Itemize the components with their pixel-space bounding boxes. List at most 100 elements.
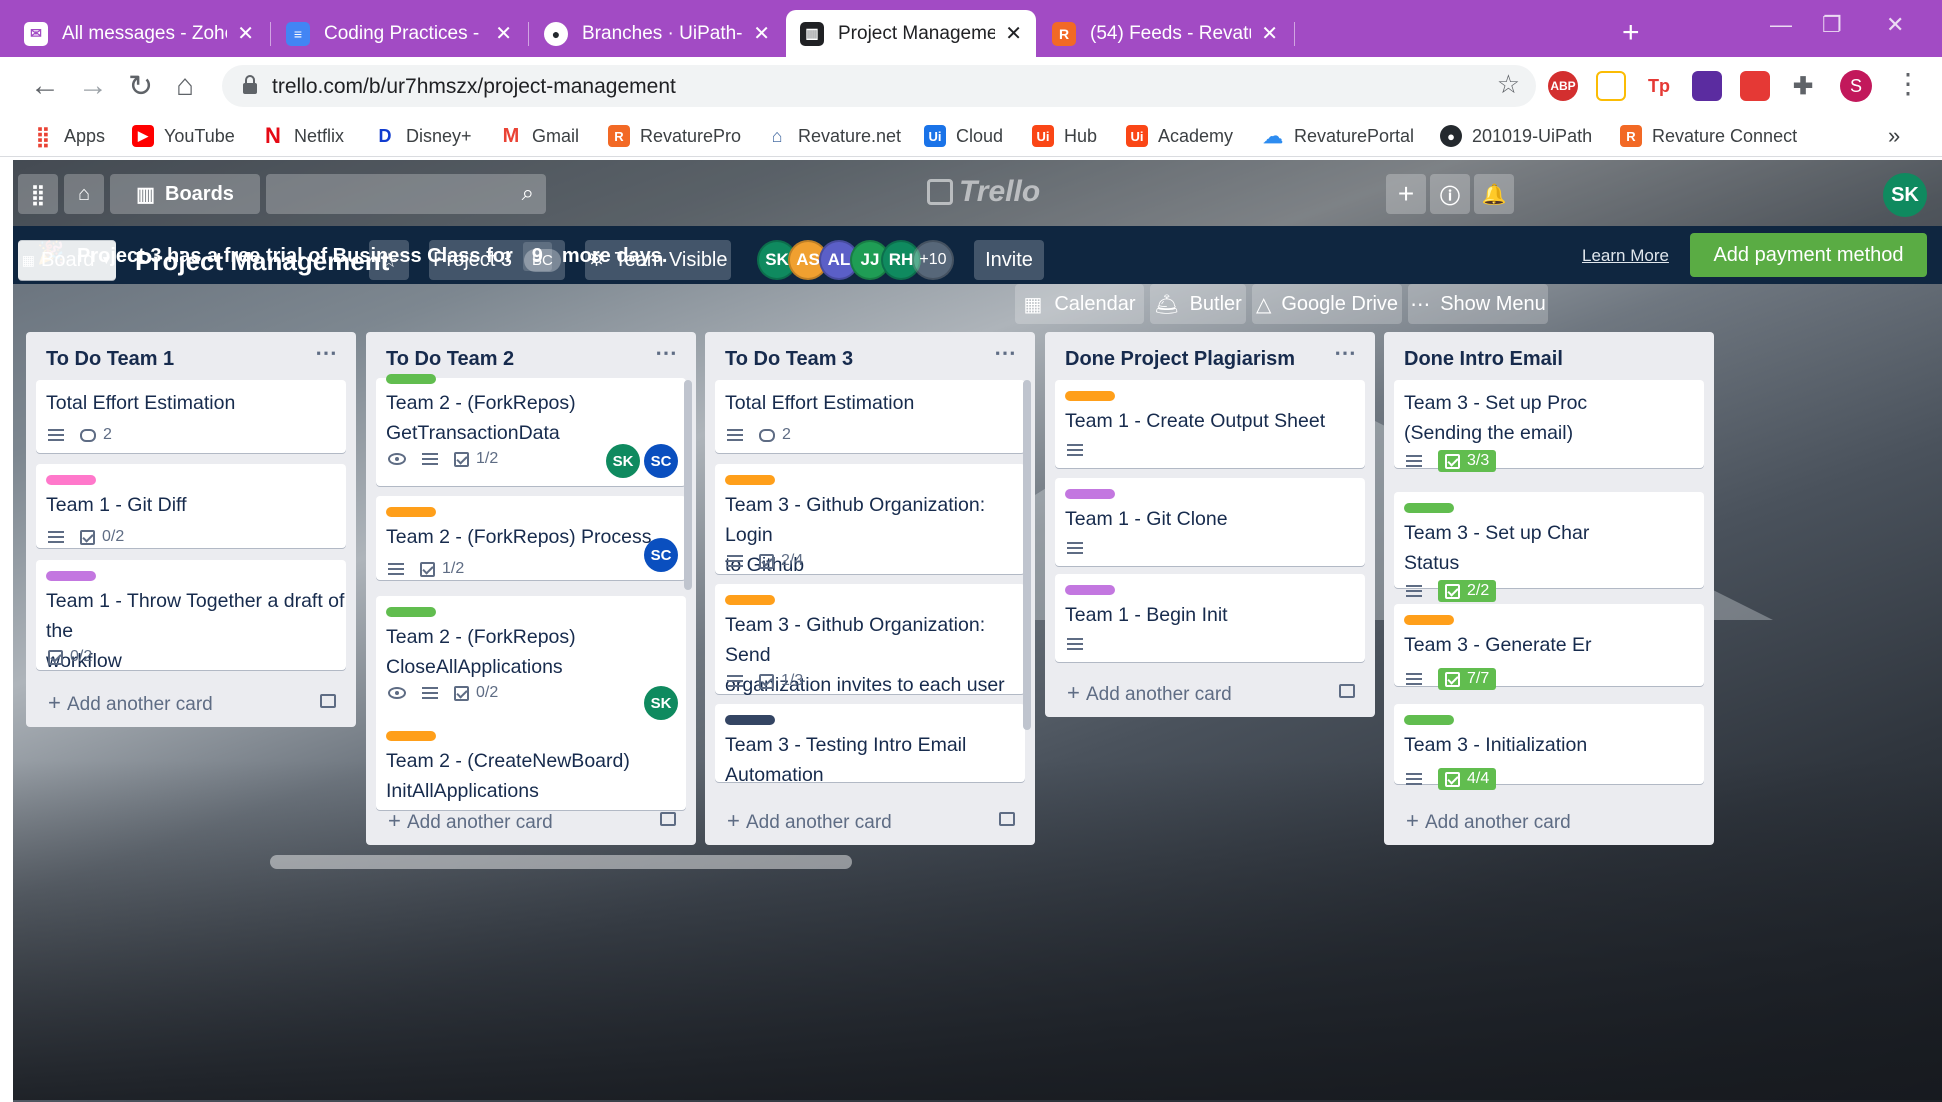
add-card-button[interactable]: + Add another card <box>727 808 892 834</box>
invite-button[interactable]: Invite <box>974 240 1044 280</box>
list-menu-icon[interactable]: ⋯ <box>1334 340 1357 366</box>
list-title[interactable]: To Do Team 3 <box>725 348 853 371</box>
extension-icon[interactable] <box>1740 71 1770 101</box>
bookmark-revature-net[interactable]: ⌂ Revature.net <box>766 125 902 147</box>
add-card-button[interactable]: + Add another card <box>1067 680 1232 706</box>
card-member-avatar[interactable]: SC <box>644 538 678 572</box>
bookmark-revaturepro[interactable]: R RevaturePro <box>608 125 741 147</box>
adblock-plus-icon[interactable]: ABP <box>1548 71 1578 101</box>
bookmark-revatureportal[interactable]: ☁ RevaturePortal <box>1262 125 1414 148</box>
bookmark-academy[interactable]: Ui Academy <box>1126 125 1233 147</box>
add-card-button[interactable]: + Add another card <box>48 690 213 716</box>
info-icon[interactable]: ⓘ <box>1430 174 1470 214</box>
extension-icon[interactable] <box>1692 71 1722 101</box>
tab-zoho-mail[interactable]: ✉ All messages - Zoho Mail (s ✕ <box>10 10 268 57</box>
learn-more-link[interactable]: Learn More <box>1582 246 1669 266</box>
home-icon[interactable]: ⌂ <box>176 69 194 103</box>
card-template-icon[interactable] <box>320 694 336 708</box>
team-button[interactable]: Project 3 BC <box>429 240 565 280</box>
card-label[interactable] <box>386 374 436 384</box>
card[interactable]: Team 3 - Testing Intro Email Automation <box>715 704 1025 786</box>
show-menu-button[interactable]: ⋯ Show Menu <box>1408 284 1548 324</box>
card-label[interactable] <box>1065 489 1115 499</box>
card-label[interactable] <box>725 475 775 485</box>
new-tab-button[interactable]: + <box>1622 16 1640 50</box>
close-icon[interactable]: ✕ <box>1261 21 1278 46</box>
list-menu-icon[interactable]: ⋯ <box>315 340 338 366</box>
tab-trello[interactable]: ▥ Project Management | Trello ✕ <box>786 10 1036 57</box>
card-member-avatar[interactable]: SK <box>606 444 640 478</box>
search-input[interactable]: ⌕ <box>266 174 546 214</box>
card[interactable]: Team 3 - Generate Er 7/7 <box>1394 604 1704 690</box>
bookmark-hub[interactable]: Ui Hub <box>1032 125 1097 147</box>
add-card-button[interactable]: + Add another card <box>388 808 553 834</box>
card-label[interactable] <box>46 475 96 485</box>
back-arrow-icon[interactable]: ← <box>30 69 60 103</box>
bookmark-disney[interactable]: D Disney+ <box>374 125 472 147</box>
card-template-icon[interactable] <box>660 812 676 826</box>
minimize-icon[interactable]: — <box>1770 12 1792 38</box>
puzzle-extensions-icon[interactable]: ✚ <box>1788 71 1818 101</box>
card[interactable]: Team 1 - Create Output Sheet <box>1055 380 1365 468</box>
bookmark-netflix[interactable]: N Netflix <box>262 123 344 148</box>
card[interactable]: Team 3 - Github Organization: Send organ… <box>715 584 1025 696</box>
card[interactable]: Team 1 - Git Diff 0/2 <box>36 464 346 548</box>
card-label[interactable] <box>386 731 436 741</box>
bookmark-uipath-repo[interactable]: ● 201019-UiPath <box>1440 125 1592 147</box>
card[interactable]: Team 1 - Git Clone <box>1055 478 1365 566</box>
card-template-icon[interactable] <box>1339 684 1355 698</box>
list-title[interactable]: Done Intro Email <box>1404 348 1563 371</box>
card[interactable]: Team 3 - Initialization 4/4 <box>1394 704 1704 790</box>
card[interactable]: Team 3 - Set up Char Status 2/2 <box>1394 492 1704 602</box>
card-label[interactable] <box>1404 715 1454 725</box>
card-label[interactable] <box>1065 585 1115 595</box>
browser-menu-icon[interactable]: ⋮ <box>1894 67 1922 100</box>
card-member-avatar[interactable]: SK <box>644 686 678 720</box>
bookmark-gmail[interactable]: M Gmail <box>500 125 579 147</box>
forward-arrow-icon[interactable]: → <box>78 69 108 103</box>
user-avatar[interactable]: SK <box>1883 173 1927 217</box>
close-icon[interactable]: ✕ <box>237 21 254 46</box>
boards-button[interactable]: ▥ Boards <box>110 174 260 214</box>
reload-icon[interactable]: ↻ <box>128 69 153 104</box>
card-label[interactable] <box>1065 391 1115 401</box>
bookmark-apps[interactable]: ⣿ Apps <box>32 125 105 148</box>
card[interactable]: Team 2 - (CreateNewBoard) InitAllApplica… <box>376 720 686 810</box>
restore-icon[interactable]: ❐ <box>1822 12 1842 38</box>
add-card-button[interactable]: + Add another card <box>1406 808 1571 834</box>
card-template-icon[interactable] <box>999 812 1015 826</box>
add-payment-method-button[interactable]: Add payment method <box>1690 233 1927 277</box>
apps-grid-icon[interactable]: ⣿ <box>18 174 58 214</box>
board-view-button[interactable]: ▦ Board ▼ <box>18 240 116 280</box>
close-icon[interactable]: ✕ <box>753 21 770 46</box>
list-menu-icon[interactable]: ⋯ <box>994 340 1017 366</box>
bookmark-star-icon[interactable]: ☆ <box>1497 69 1520 100</box>
list-scrollbar[interactable] <box>684 380 692 590</box>
card[interactable]: Team 3 - Github Organization: Login to G… <box>715 464 1025 576</box>
color-picker-extension-icon[interactable] <box>1596 71 1626 101</box>
horizontal-scrollbar[interactable] <box>270 855 852 869</box>
star-board-icon[interactable]: ☆ <box>369 240 409 280</box>
bookmarks-overflow-icon[interactable]: » <box>1888 123 1900 149</box>
bookmark-cloud[interactable]: Ui Cloud <box>924 125 1003 147</box>
list-scrollbar[interactable] <box>1023 380 1031 730</box>
more-members-button[interactable]: +10 <box>912 240 954 280</box>
card[interactable]: Team 1 - Begin Init <box>1055 574 1365 662</box>
card[interactable]: Team 2 - (ForkRepos) CloseAllApplication… <box>376 596 686 728</box>
card[interactable]: Total Effort Estimation 2 <box>715 380 1025 453</box>
tab-github-branches[interactable]: ● Branches · UiPath-Project3- ✕ <box>530 10 784 57</box>
butler-button[interactable]: 🛎 Butler <box>1150 284 1246 324</box>
list-menu-icon[interactable]: ⋯ <box>655 340 678 366</box>
card-label[interactable] <box>386 507 436 517</box>
card[interactable]: Team 3 - Set up Proc (Sending the email)… <box>1394 380 1704 472</box>
home-icon[interactable]: ⌂ <box>64 174 104 214</box>
card-label[interactable] <box>1404 503 1454 513</box>
bookmark-youtube[interactable]: ▶ YouTube <box>132 125 235 147</box>
card-label[interactable] <box>1404 615 1454 625</box>
bookmark-revature-connect[interactable]: R Revature Connect <box>1620 125 1797 147</box>
card-label[interactable] <box>386 607 436 617</box>
card-label[interactable] <box>46 571 96 581</box>
profile-avatar[interactable]: S <box>1840 70 1872 102</box>
tab-revature-feeds[interactable]: R (54) Feeds - Revature ✕ <box>1038 10 1292 57</box>
visibility-button[interactable]: ⛯ Team Visible <box>585 240 731 280</box>
